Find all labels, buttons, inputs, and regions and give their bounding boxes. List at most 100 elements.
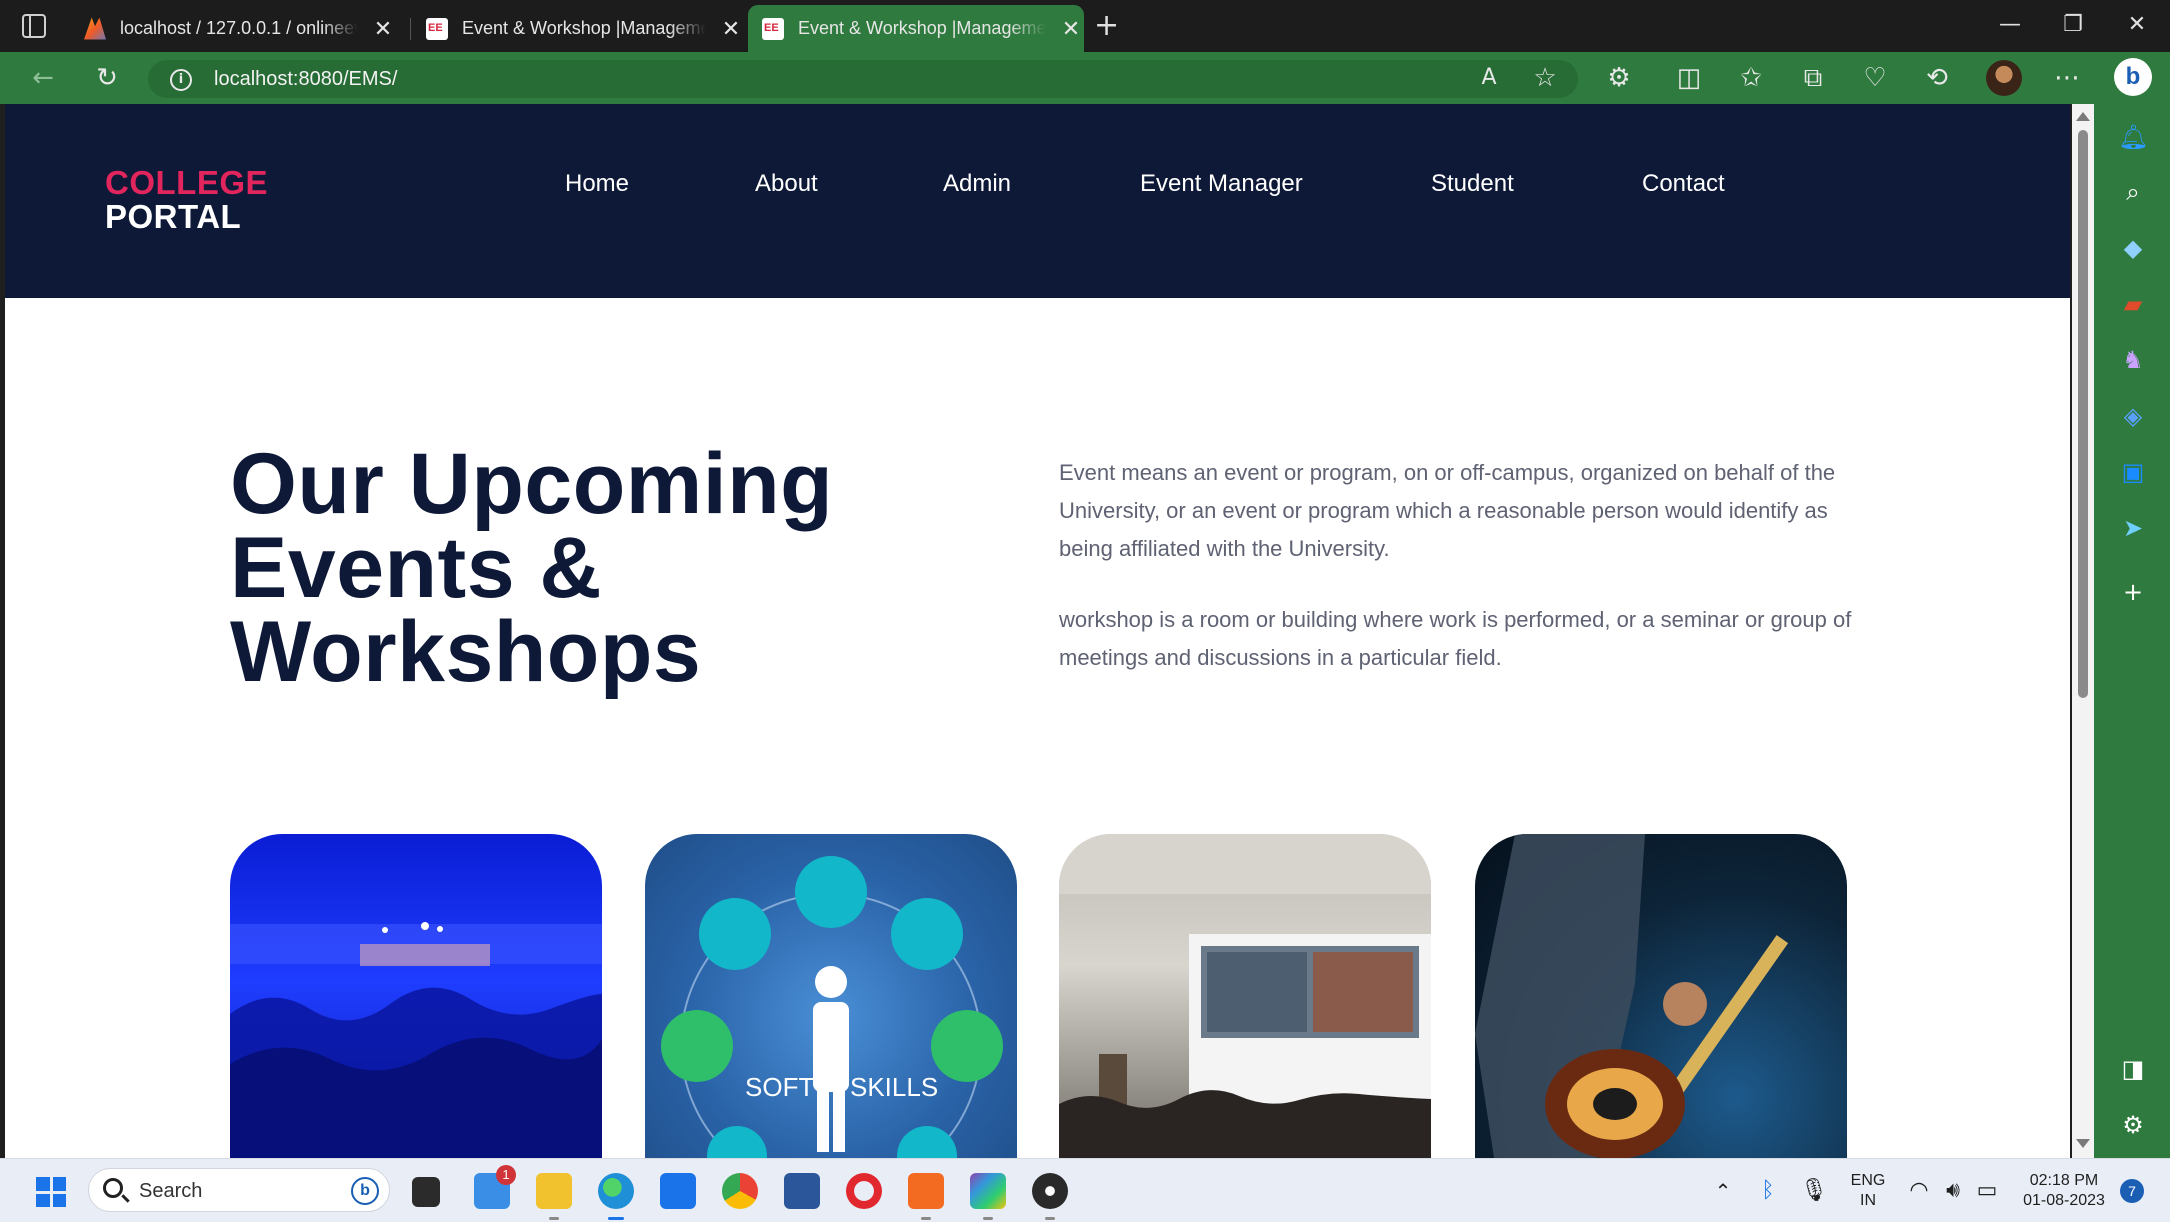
scroll-thumb[interactable] (2078, 130, 2088, 698)
add-sidebar-app-icon[interactable]: + (2118, 577, 2148, 607)
scroll-down-arrow[interactable] (2076, 1139, 2090, 1148)
file-explorer-icon[interactable] (536, 1173, 572, 1220)
logo-line-portal: PORTAL (105, 198, 242, 235)
skills-caption: SKILLS (850, 1072, 938, 1102)
hero-title: Our Upcoming Events & Workshops (230, 436, 990, 695)
site-favicon-icon (762, 17, 784, 40)
nav-home[interactable]: Home (565, 170, 629, 198)
browser-toolbar: ← ↻ i localhost:8080/EMS/ A ☆ ⚙ ◫ ✩ ⧉ ♡ … (0, 52, 2100, 104)
workshop-description: workshop is a room or building where wor… (1059, 607, 1852, 670)
close-icon[interactable]: ✕ (1060, 16, 1082, 42)
microsoft-365-icon[interactable]: ◈ (2118, 401, 2148, 431)
performance-icon[interactable]: ⟲ (1922, 64, 1952, 92)
obs-icon[interactable] (1032, 1173, 1068, 1220)
chevron-up-icon[interactable]: ⌃ (1710, 1179, 1736, 1203)
microsoft-store-icon[interactable] (660, 1173, 696, 1209)
hero-title-line: Events & (230, 520, 603, 616)
restore-button[interactable]: ❐ (2058, 12, 2088, 37)
input-language[interactable]: ENG IN (1840, 1171, 1896, 1211)
soft-caption: SOFT (745, 1072, 814, 1102)
vscode-like-app-icon[interactable] (970, 1173, 1006, 1220)
wifi-icon[interactable]: ◠ (1906, 1179, 1932, 1203)
event-description: Event means an event or program, on or o… (1059, 460, 1836, 561)
outlook-icon[interactable]: ▣ (2118, 457, 2148, 487)
games-icon[interactable]: ♞ (2118, 345, 2148, 375)
refresh-icon[interactable]: ↻ (92, 64, 122, 92)
event-card-soft-skills[interactable]: SOFT SKILLS (645, 834, 1017, 1158)
opera-icon[interactable] (846, 1173, 882, 1209)
page-scrollbar[interactable] (2072, 104, 2094, 1158)
browser-essentials-icon[interactable]: ♡ (1860, 64, 1890, 92)
tab-title: localhost / 127.0.0.1 / onlineeven (120, 18, 358, 38)
close-icon[interactable]: ✕ (372, 16, 394, 42)
seminar-presentation-photo (1059, 834, 1431, 1158)
tab-actions-icon[interactable] (22, 14, 46, 38)
tab-phpmyadmin[interactable]: localhost / 127.0.0.1 / onlineeven ✕ (70, 5, 402, 52)
clock[interactable]: 02:18 PM 01-08-2023 (2014, 1171, 2114, 1211)
edge-browser-icon[interactable] (598, 1173, 634, 1220)
search-icon[interactable]: ⌕ (2118, 177, 2148, 207)
event-card-seminar[interactable] (1059, 834, 1431, 1158)
tools-briefcase-icon[interactable]: ▰ (2118, 289, 2148, 319)
address-bar[interactable]: i localhost:8080/EMS/ (148, 60, 1578, 98)
task-view-icon[interactable] (412, 1177, 440, 1207)
screen: localhost / 127.0.0.1 / onlineeven ✕ Eve… (0, 0, 2170, 1222)
drop-icon[interactable]: ➤ (2118, 513, 2148, 543)
collections-icon[interactable]: ⧉ (1798, 64, 1828, 92)
browser-tab-strip: localhost / 127.0.0.1 / onlineeven ✕ Eve… (0, 0, 2170, 52)
more-menu-icon[interactable]: ⋯ (2052, 64, 2082, 92)
url-text[interactable]: localhost:8080/EMS/ (214, 68, 397, 91)
event-card-guitar[interactable] (1475, 834, 1847, 1158)
extensions-icon[interactable]: ⚙ (1604, 64, 1634, 92)
search-icon (103, 1178, 123, 1198)
read-aloud-icon[interactable]: A (1474, 64, 1504, 92)
widgets-badge: 1 (496, 1165, 516, 1185)
split-screen-icon[interactable]: ◫ (1674, 64, 1704, 92)
chrome-icon[interactable] (722, 1173, 758, 1209)
tab-divider (410, 18, 411, 40)
tab-ems-1[interactable]: Event & Workshop |Managemen ✕ (412, 5, 744, 52)
hero-title-line: Our Upcoming (230, 436, 834, 532)
word-icon[interactable] (784, 1173, 820, 1209)
battery-icon[interactable]: ▭ (1974, 1179, 2000, 1203)
favorite-star-icon[interactable]: ☆ (1530, 64, 1560, 92)
site-logo[interactable]: COLLEGE PORTAL (105, 166, 268, 234)
tab-ems-2-active[interactable]: Event & Workshop |Managemen ✕ (748, 5, 1084, 52)
back-arrow-icon[interactable]: ← (28, 64, 58, 92)
clock-date: 01-08-2023 (2023, 1192, 2105, 1209)
guitarist-photo (1475, 834, 1789, 1158)
widgets-icon[interactable]: 1 (474, 1165, 516, 1209)
new-tab-button[interactable]: + (1094, 10, 1119, 42)
scroll-up-arrow[interactable] (2076, 112, 2090, 121)
event-card-concert[interactable] (230, 834, 602, 1158)
nav-contact[interactable]: Contact (1642, 170, 1725, 198)
xampp-icon[interactable] (908, 1173, 944, 1220)
nav-event-manager[interactable]: Event Manager (1140, 170, 1303, 198)
nav-admin[interactable]: Admin (943, 170, 1011, 198)
microphone-icon[interactable]: 🎙︎ (1800, 1179, 1828, 1203)
notification-bell-icon[interactable]: 🔔︎ (2118, 122, 2148, 152)
nav-student[interactable]: Student (1431, 170, 1514, 198)
profile-avatar[interactable] (1986, 60, 2022, 96)
nav-about[interactable]: About (755, 170, 818, 198)
close-window-button[interactable]: ✕ (2122, 12, 2152, 37)
clock-time: 02:18 PM (2029, 1172, 2099, 1189)
minimize-button[interactable]: — (1995, 12, 2025, 37)
copilot-icon[interactable]: b (2114, 58, 2152, 96)
volume-icon[interactable]: 🔊︎ (1940, 1179, 1966, 1203)
sidebar-layout-icon[interactable]: ◨ (2118, 1054, 2148, 1084)
shopping-tag-icon[interactable]: ◆ (2118, 233, 2148, 263)
site-favicon-icon (426, 17, 448, 40)
favorites-icon[interactable]: ✩ (1736, 64, 1766, 92)
windows-start-icon[interactable] (36, 1177, 66, 1207)
settings-gear-icon[interactable]: ⚙ (2118, 1110, 2148, 1140)
close-icon[interactable]: ✕ (720, 16, 742, 42)
site-info-icon[interactable]: i (170, 69, 192, 91)
bing-icon[interactable]: b (351, 1177, 379, 1205)
language-code: ENG (1850, 1172, 1886, 1189)
concert-crowd-photo (230, 922, 602, 1158)
taskbar-search[interactable]: Search b (88, 1168, 390, 1212)
bluetooth-icon[interactable]: ᛒ (1755, 1179, 1781, 1203)
notification-count[interactable]: 7 (2120, 1179, 2144, 1203)
site-header: COLLEGE PORTAL Home About Admin Event Ma… (5, 104, 2070, 298)
